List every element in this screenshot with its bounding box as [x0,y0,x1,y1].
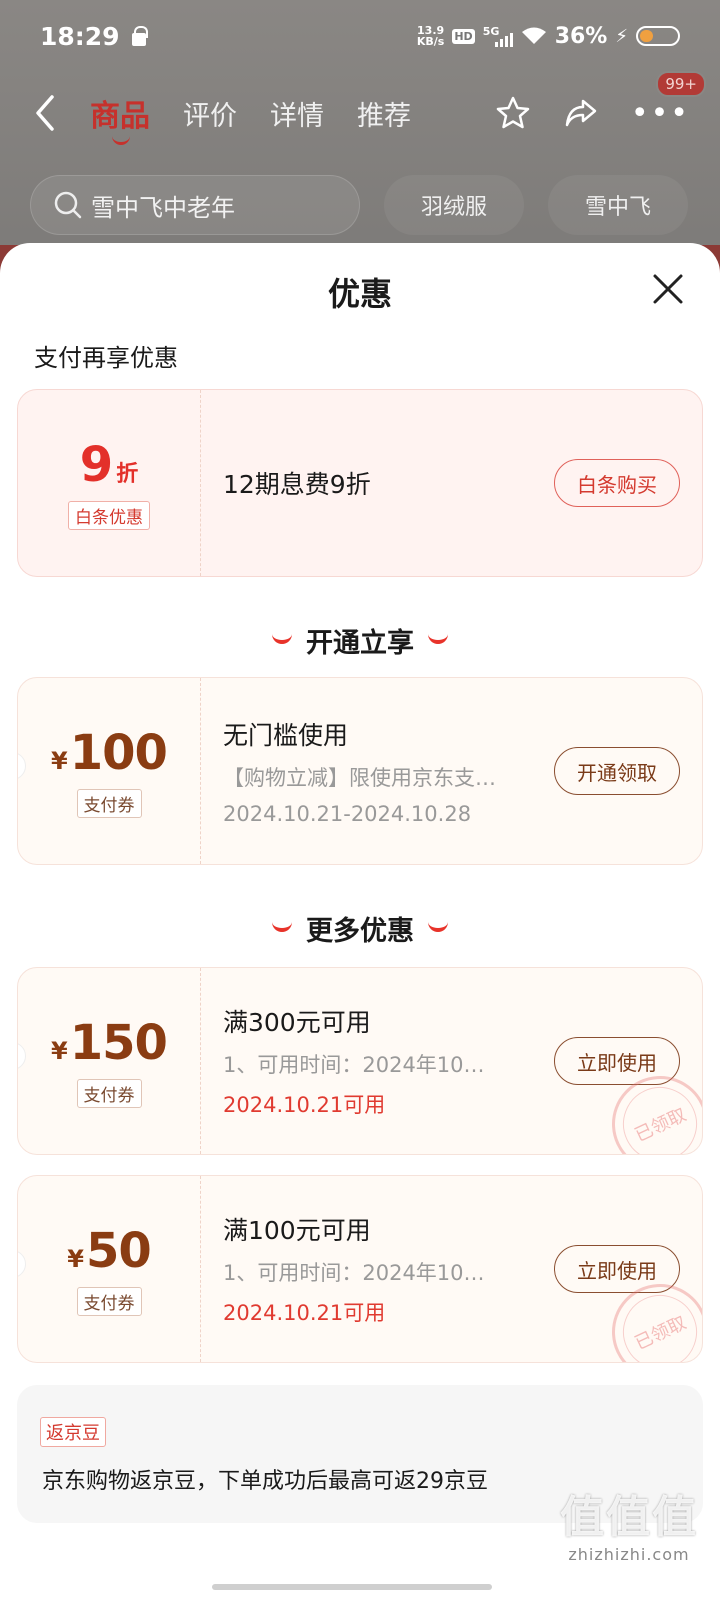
baitiao-tag: 白条优惠 [68,500,150,530]
share-icon[interactable] [563,95,599,131]
coupon-tag: 支付券 [76,1078,142,1108]
signal-icon: 5G [483,25,513,47]
tab-reviews[interactable]: 评价 [183,94,237,133]
smile-icon [272,634,292,644]
coupon-date: 2024.10.21-2024.10.28 [223,802,472,826]
coupon-title: 满100元可用 [223,1216,371,1245]
nav-actions: ••• 99+ [495,71,706,131]
coupon-card: ¥ 50 支付券 满100元可用 1、可用时间：2024年10… 2024.10… [17,1175,703,1363]
open-section-text: 开通立享 [306,628,414,659]
watermark-domain: zhizhizhi.com [568,1545,690,1564]
amount-value: 150 [69,1014,168,1071]
message-badge: 99+ [656,71,706,97]
watermark-logo: 值值值 [560,1492,698,1543]
coupon-date: 2024.10.21可用 [223,1093,386,1117]
more-section-text: 更多优惠 [306,916,414,947]
smile-icon [428,634,448,644]
currency-symbol: ¥ [67,1244,84,1273]
coupon-title: 满300元可用 [223,1008,371,1037]
jd-bean-tag: 返京豆 [40,1417,106,1447]
coupon-subtitle: 1、可用时间：2024年10… [223,1053,485,1077]
search-row: 雪中飞中老年 羽绒服 雪中飞 [30,175,690,235]
net-speed: 13.9 KB/s [417,25,444,47]
discount-unit: 折 [116,461,139,487]
smile-icon [428,922,448,932]
search-placeholder: 雪中飞中老年 [91,193,235,222]
battery-fill [640,30,653,42]
baitiao-info: 12期息费9折 [223,390,533,576]
search-input[interactable]: 雪中飞中老年 [30,175,360,235]
battery-icon [636,26,680,46]
coupon-left: ¥ 50 支付券 [18,1176,200,1362]
coupon-subtitle: 1、可用时间：2024年10… [223,1261,485,1285]
hot-word-chip[interactable]: 雪中飞 [548,175,688,235]
card-divider [200,968,201,1154]
baitiao-left: 9 折 白条优惠 [18,390,200,576]
coupon-info: 满100元可用 1、可用时间：2024年10… 2024.10.21可用 [223,1176,533,1362]
coupon-info: 满300元可用 1、可用时间：2024年10… 2024.10.21可用 [223,968,533,1154]
product-nav-bar: 商品 评价 详情 推荐 ••• 99+ [0,71,720,148]
open-section-title: 开通立享 [0,621,720,660]
amount-value: 50 [85,1222,152,1279]
baitiao-description: 12期息费9折 [223,470,371,499]
status-time: 18:29 [40,21,120,51]
amount-value: 100 [69,724,168,781]
discount-value: 9 [79,436,113,493]
pay-section-label: 支付再享优惠 [34,344,178,372]
charging-icon: ⚡ [615,25,628,47]
promotions-sheet: 优惠 支付再享优惠 9 折 白条优惠 12期息费9折 白条购买 开通立享 ¥ 1… [0,243,720,1600]
status-right: 13.9 KB/s HD 5G 36% ⚡ [417,24,680,49]
coupon-date: 2024.10.21可用 [223,1301,386,1325]
more-section-title: 更多优惠 [0,909,720,948]
coupon-card: ¥ 100 支付券 无门槛使用 【购物立减】限使用京东支… 2024.10.21… [17,677,703,865]
hot-word-chip[interactable]: 羽绒服 [384,175,524,235]
coupon-title: 无门槛使用 [223,721,349,750]
star-icon[interactable] [495,95,531,131]
battery-percent: 36% [554,23,608,49]
coupon-amount: ¥ 150 [51,1014,168,1071]
wifi-icon [521,27,546,44]
card-divider [200,678,201,864]
coupon-card: ¥ 150 支付券 满300元可用 1、可用时间：2024年10… 2024.1… [17,967,703,1155]
open-claim-button[interactable]: 开通领取 [554,747,680,795]
hd-icon: HD [452,28,475,44]
coupon-left: ¥ 100 支付券 [18,678,200,864]
close-icon[interactable] [650,271,686,307]
tab-product[interactable]: 商品 [90,91,150,145]
coupon-left: ¥ 150 支付券 [18,968,200,1154]
tab-recommend[interactable]: 推荐 [357,94,411,133]
net-speed-unit: KB/s [416,35,445,48]
coupon-subtitle: 【购物立减】限使用京东支… [223,766,496,790]
baitiao-discount: 9 折 [80,437,138,493]
card-divider [200,1176,201,1362]
coupon-tag: 支付券 [76,788,142,818]
home-indicator[interactable] [212,1584,492,1590]
sheet-title: 优惠 [327,275,392,313]
coupon-amount: ¥ 50 [67,1223,151,1279]
baitiao-buy-button[interactable]: 白条购买 [554,459,680,507]
smile-icon [272,922,292,932]
back-icon[interactable] [30,93,60,133]
status-bar: 18:29 13.9 KB/s HD 5G 36% ⚡ [0,0,720,72]
baitiao-card: 9 折 白条优惠 12期息费9折 白条购买 [17,389,703,577]
more-icon[interactable]: ••• [631,96,690,131]
coupon-amount: ¥ 100 [51,724,168,781]
currency-symbol: ¥ [51,746,68,775]
tab-details[interactable]: 详情 [270,94,324,133]
coupon-tag: 支付券 [76,1286,142,1316]
jd-bean-text: 京东购物返京豆，下单成功后最高可返29京豆 [42,1469,488,1494]
coupon-info: 无门槛使用 【购物立减】限使用京东支… 2024.10.21-2024.10.2… [223,678,533,864]
currency-symbol: ¥ [51,1036,68,1065]
lock-icon [131,26,148,46]
watermark: 值值值 zhizhizhi.com [560,1481,698,1564]
card-divider [200,390,201,576]
search-icon [54,191,82,219]
